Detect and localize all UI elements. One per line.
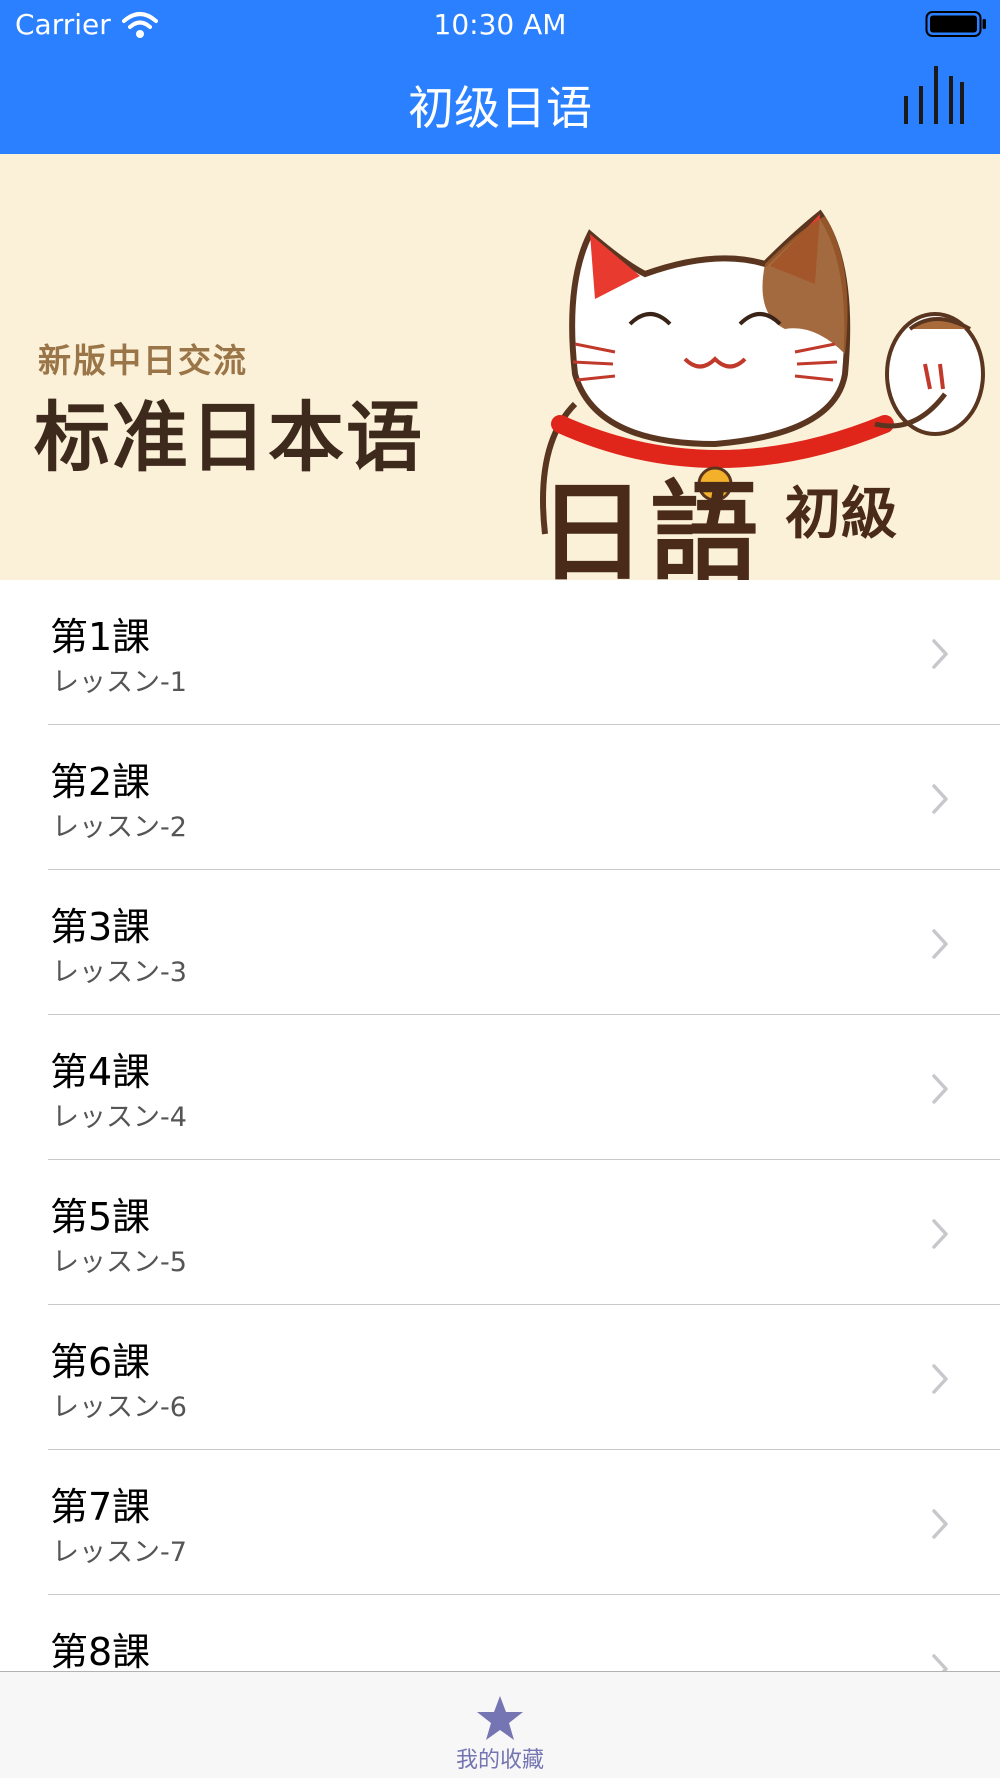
lesson-title: 第1課 bbox=[50, 615, 151, 659]
chevron-right-icon bbox=[932, 1364, 948, 1394]
lesson-subtitle: レッスン-2 bbox=[52, 812, 187, 843]
banner-subtitle: 新版中日交流 bbox=[38, 341, 248, 380]
banner-image: 新版中日交流 标准日本语 日語 初級 bbox=[0, 154, 1000, 580]
chevron-right-icon bbox=[932, 1219, 948, 1249]
bar-chart-icon[interactable] bbox=[900, 62, 966, 128]
lesson-title: 第8課 bbox=[50, 1630, 151, 1674]
app-screen: Carrier 10:30 AM 初级日语 新版中日交流 标准日本语 日語 初級… bbox=[0, 0, 1000, 1778]
chevron-right-icon bbox=[932, 1074, 948, 1104]
lesson-subtitle: レッスン-3 bbox=[52, 957, 187, 988]
lesson-title: 第5課 bbox=[50, 1195, 151, 1239]
lesson-row[interactable]: 第7課レッスン-7 bbox=[0, 1450, 1000, 1595]
lesson-title: 第2課 bbox=[50, 760, 151, 804]
tab-favorites-label: 我的收藏 bbox=[455, 1748, 544, 1773]
banner-script-text: 日語 bbox=[538, 471, 763, 580]
lesson-row[interactable]: 第6課レッスン-6 bbox=[0, 1305, 1000, 1450]
lesson-title: 第6課 bbox=[50, 1340, 151, 1384]
lesson-subtitle: レッスン-7 bbox=[52, 1537, 187, 1568]
lesson-subtitle: レッスン-6 bbox=[52, 1392, 187, 1423]
lesson-row[interactable]: 第1課レッスン-1 bbox=[0, 580, 1000, 725]
lesson-list: 第1課 レッスン-1 第2課 レッスン-2 第3課 レッスン-3 第4課 レッスン-4 第5課レ… bbox=[0, 580, 1000, 1740]
lesson-row[interactable]: 第5課レッスン-5 bbox=[0, 1160, 1000, 1305]
lesson-subtitle: レッスン-5 bbox=[52, 1247, 187, 1278]
star-icon bbox=[477, 1696, 523, 1740]
banner-level-text: 初級 bbox=[785, 482, 897, 547]
lesson-subtitle: レッスン-1 bbox=[52, 667, 187, 698]
navigation-bar: Carrier 10:30 AM 初级日语 bbox=[0, 0, 1000, 154]
chevron-right-icon bbox=[932, 929, 948, 959]
chevron-right-icon bbox=[932, 1509, 948, 1539]
lesson-title: 第7課 bbox=[50, 1485, 151, 1529]
lesson-row[interactable]: 第3課レッスン-3 bbox=[0, 870, 1000, 1015]
battery-icon bbox=[925, 11, 986, 37]
status-time: 10:30 AM bbox=[433, 8, 567, 41]
chevron-right-icon bbox=[932, 639, 948, 669]
lesson-row[interactable]: 第4課レッスン-4 bbox=[0, 1015, 1000, 1160]
page-title: 初级日语 bbox=[408, 81, 592, 135]
lesson-row[interactable]: 第2課レッスン-2 bbox=[0, 725, 1000, 870]
chevron-right-icon bbox=[932, 784, 948, 814]
lesson-subtitle: レッスン-4 bbox=[52, 1102, 187, 1133]
tab-bar: 我的收藏 bbox=[0, 1671, 1000, 1778]
banner-title: 标准日本语 bbox=[34, 393, 424, 482]
lesson-title: 第3課 bbox=[50, 905, 151, 949]
lesson-title: 第4課 bbox=[50, 1050, 151, 1094]
tab-favorites[interactable]: 我的收藏 bbox=[430, 1672, 570, 1778]
status-bar: Carrier 10:30 AM bbox=[0, 0, 1000, 50]
